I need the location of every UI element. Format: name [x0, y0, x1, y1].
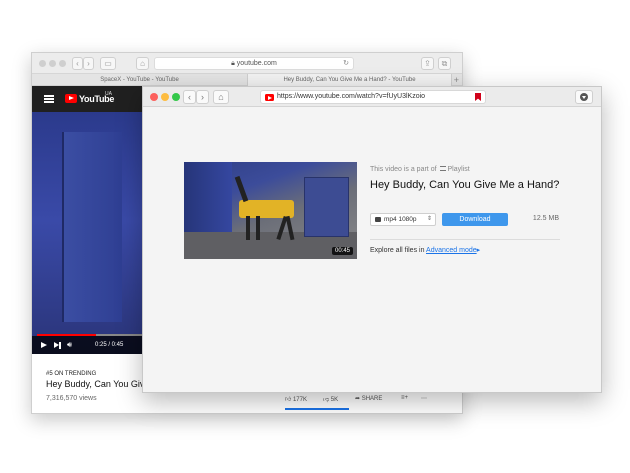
playlist-note: This video is a part of Playlist: [370, 166, 470, 173]
video-frame-door: [62, 132, 122, 322]
video-duration: 00:45: [331, 247, 353, 255]
back-tab-bar: SpaceX - YouTube - YouTube Hey Buddy, Ca…: [32, 74, 462, 86]
explore-files-line: Explore all files in Advanced mode▸: [370, 246, 480, 254]
back-arrow-icon[interactable]: ‹: [72, 57, 83, 70]
robot-dog-leg: [256, 216, 260, 240]
minimize-traffic-light[interactable]: [49, 60, 56, 67]
home-icon[interactable]: ⌂: [213, 90, 229, 104]
film-icon: [375, 217, 381, 222]
more-options-icon[interactable]: ⋯: [421, 395, 427, 402]
reload-icon[interactable]: ↻: [343, 58, 349, 69]
tab-hey-buddy[interactable]: Hey Buddy, Can You Give Me a Hand? - You…: [247, 74, 452, 86]
advanced-mode-link[interactable]: Advanced mode: [426, 247, 477, 254]
bookmark-icon[interactable]: [475, 93, 481, 101]
hamburger-menu-icon[interactable]: [44, 95, 54, 103]
forward-arrow-icon[interactable]: ›: [83, 57, 94, 70]
home-icon[interactable]: ⌂: [136, 57, 149, 70]
thumbs-up-icon: 👍︎: [285, 397, 293, 403]
thumbs-down-icon: 👎︎: [323, 397, 331, 403]
dislike-count: 5K: [330, 397, 339, 403]
zoom-traffic-light[interactable]: [172, 93, 180, 101]
robot-dog-arm: [234, 175, 249, 203]
playlist-link[interactable]: Playlist: [447, 166, 469, 173]
back-address-bar[interactable]: 🔒︎ youtube.com ↻: [154, 57, 354, 70]
download-button[interactable]: Download: [442, 213, 508, 226]
close-traffic-light[interactable]: [150, 93, 158, 101]
like-count: 177K: [292, 397, 307, 403]
chevron-updown-icon: ⇕: [426, 216, 432, 222]
video-controls: 🔊︎ 0:25 / 0:45: [32, 336, 142, 354]
file-size: 12.5 MB: [532, 215, 559, 222]
like-button[interactable]: 👍︎ 177K: [285, 395, 307, 403]
video-thumbnail[interactable]: 00:45: [184, 162, 357, 259]
download-icon: [580, 93, 588, 101]
youtube-video-title: Hey Buddy, Can You Give: [46, 379, 150, 389]
video-title: Hey Buddy, Can You Give Me a Hand?: [370, 179, 560, 191]
minimize-traffic-light[interactable]: [161, 93, 169, 101]
downloader-window: ‹ › ⌂ https://www.youtube.com/watch?v=fU…: [142, 86, 602, 393]
youtube-video-player[interactable]: [32, 112, 142, 354]
zoom-traffic-light[interactable]: [59, 60, 66, 67]
back-arrow-icon[interactable]: ‹: [183, 90, 196, 104]
sidebar-icon[interactable]: ▭: [100, 57, 116, 70]
close-traffic-light[interactable]: [39, 60, 46, 67]
share-button[interactable]: ➦ SHARE: [355, 395, 382, 402]
youtube-favicon-icon: [265, 94, 274, 101]
youtube-logo-icon[interactable]: [65, 94, 77, 103]
add-to-playlist-icon[interactable]: ≡+: [401, 395, 408, 401]
format-value: mp4 1080p: [384, 216, 417, 223]
share-label: SHARE: [361, 396, 383, 402]
playlist-note-text: This video is a part of: [370, 166, 437, 173]
tab-spacex[interactable]: SpaceX - YouTube - YouTube: [32, 74, 247, 86]
share-arrow-icon: ➦: [355, 396, 362, 402]
video-time: 0:25 / 0:45: [95, 342, 124, 348]
format-select[interactable]: mp4 1080p ⇕: [370, 213, 436, 226]
volume-icon[interactable]: 🔊︎: [67, 341, 72, 349]
trending-badge[interactable]: #5 ON TRENDING: [46, 371, 96, 377]
downloads-button[interactable]: [575, 90, 593, 104]
forward-arrow-icon[interactable]: ›: [196, 90, 209, 104]
share-icon[interactable]: ⇪: [421, 57, 434, 70]
playlist-icon: [440, 166, 447, 171]
tabs-overview-icon[interactable]: ⧉: [438, 57, 451, 70]
back-browser-toolbar: ‹ › ▭ 🔒︎ youtube.com ↻ ⌂ ⇪ ⧉: [32, 53, 462, 74]
back-url-text: youtube.com: [236, 60, 277, 67]
downloader-url-text: https://www.youtube.com/watch?v=fUyU3lKz…: [277, 93, 426, 100]
robot-dog-leg: [246, 216, 250, 240]
thumbnail-machine: [304, 177, 349, 237]
new-tab-icon[interactable]: +: [454, 74, 459, 86]
downloader-address-bar[interactable]: https://www.youtube.com/watch?v=fUyU3lKz…: [260, 90, 486, 104]
view-count: 7,316,570 views: [46, 395, 97, 402]
like-ratio-bar: [285, 408, 349, 410]
youtube-region-label: UA: [105, 91, 112, 97]
divider: [370, 239, 560, 240]
explore-text: Explore all files in: [370, 247, 425, 254]
downloader-toolbar: ‹ › ⌂ https://www.youtube.com/watch?v=fU…: [143, 87, 601, 107]
dislike-button[interactable]: 👎︎ 5K: [323, 395, 338, 403]
next-icon[interactable]: [54, 342, 61, 349]
play-icon[interactable]: [41, 342, 47, 348]
advanced-mode-arrow-icon[interactable]: ▸: [477, 247, 481, 254]
